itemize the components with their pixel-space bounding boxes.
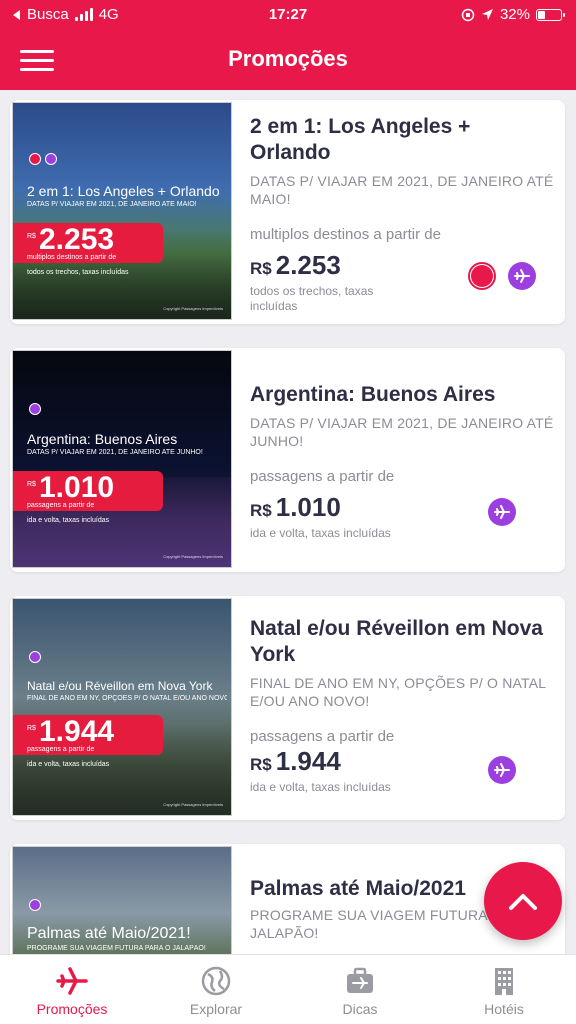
promo-card[interactable]: Argentina: Buenos Aires DATAS P/ VIAJAR … [10,348,565,572]
promo-subtitle: FINAL DE ANO EM NY, OPÇÕES P/ O NATAL E/… [250,675,546,709]
status-bar: Busca 4G 17:27 32% [0,6,576,28]
image-title: Palmas até Maio/2021! [27,925,191,942]
promo-from-label: passagens a partir de [250,468,395,485]
app-header: Busca 4G 17:27 32% Promoções [0,0,576,90]
promo-info: Argentina: Buenos Aires DATAS P/ VIAJAR … [250,348,555,485]
chevron-up-icon [509,894,537,910]
status-right: 32% [461,6,565,23]
scroll-to-top-button[interactable] [484,862,562,940]
suitcase-icon [347,967,373,993]
promo-price: R$ 1.010 [250,492,341,522]
tab-promocoes[interactable]: Promoções [0,955,144,1024]
image-subtitle: DATAS P/ VIAJAR EM 2021, DE JANEIRO ATÉ … [27,449,203,456]
tab-label: Hotéis [484,1001,524,1017]
promo-price-note: ida e volta, taxas incluídas [250,526,391,540]
location-icon [481,9,493,20]
promo-image: 2 em 1: Los Angeles + Orlando DATAS P/ V… [12,102,232,320]
nav-bar: Promoções [0,40,576,80]
image-title: Natal e/ou Réveillon em Nova York [27,679,213,693]
promo-price-note: ida e volta, taxas incluídas [250,780,391,794]
tab-hoteis[interactable]: Hotéis [432,955,576,1024]
promo-title: Natal e/ou Réveillon em Nova York [250,617,543,666]
image-price-bar: R$ 1.944 passagens a partir de [13,715,163,755]
image-subtitle: DATAS P/ VIAJAR EM 2021, DE JANEIRO ATÉ … [27,201,197,208]
tab-explorar[interactable]: Explorar [144,955,288,1024]
plane-icon [488,498,516,526]
promo-info: 2 em 1: Los Angeles + Orlando DATAS P/ V… [250,100,555,243]
tab-label: Dicas [342,1001,378,1017]
promo-title: Argentina: Buenos Aires [250,383,496,406]
promo-image: Palmas até Maio/2021! PROGRAME SUA VIAGE… [12,846,232,954]
plane-icon [488,756,516,784]
image-subtitle: PROGRAME SUA VIAGEM FUTURA PARA O JALAPÃ… [27,945,206,952]
promo-card[interactable]: 2 em 1: Los Angeles + Orlando DATAS P/ V… [10,100,565,324]
image-title: Argentina: Buenos Aires [27,431,178,447]
image-title: 2 em 1: Los Angeles + Orlando [27,183,220,199]
promo-image: Argentina: Buenos Aires DATAS P/ VIAJAR … [12,350,232,568]
battery-icon [536,8,565,21]
promo-from-label: passagens a partir de [250,728,395,745]
promo-list[interactable]: 2 em 1: Los Angeles + Orlando DATAS P/ V… [0,90,576,954]
promo-image: Natal e/ou Réveillon em Nova York FINAL … [12,598,232,816]
promo-price: R$ 1.944 [250,746,341,776]
image-subtitle: FINAL DE ANO EM NY, OPÇÕES P/ O NATAL E/… [27,695,227,702]
image-price-bar: R$ 1.010 passagens a partir de [13,471,163,511]
promo-price: R$ 2.253 [250,250,341,280]
promo-subtitle: DATAS P/ VIAJAR EM 2021, DE JANEIRO ATÉ … [250,173,554,207]
plane-icon [56,967,88,995]
globe-icon [201,966,231,996]
promo-subtitle: DATAS P/ VIAJAR EM 2021, DE JANEIRO ATÉ … [250,415,554,449]
tab-bar: Promoções Explorar Dicas Hotéis [0,954,576,1024]
promo-from-label: multiplos destinos a partir de [250,226,441,243]
plane-icon [508,262,536,290]
promo-title: 2 em 1: Los Angeles + Orlando [250,115,471,164]
tab-dicas[interactable]: Dicas [288,955,432,1024]
tab-label: Explorar [189,1001,243,1017]
promo-card[interactable]: Palmas até Maio/2021! PROGRAME SUA VIAGE… [10,844,565,954]
promo-info: Natal e/ou Réveillon em Nova York FINAL … [250,596,555,745]
page-title: Promoções [228,46,348,71]
promo-card[interactable]: Natal e/ou Réveillon em Nova York FINAL … [10,596,565,820]
battery-percent: 32% [499,6,530,23]
building-icon [495,968,513,995]
orientation-lock-icon [461,8,475,21]
tab-label: Promoções [36,1001,108,1017]
promo-price-note: todos os trechos, taxas incluídas [250,284,374,313]
image-price-bar: R$ 2.253 multiplos destinos a partir de [13,223,163,263]
multi-destination-icon [468,262,496,290]
